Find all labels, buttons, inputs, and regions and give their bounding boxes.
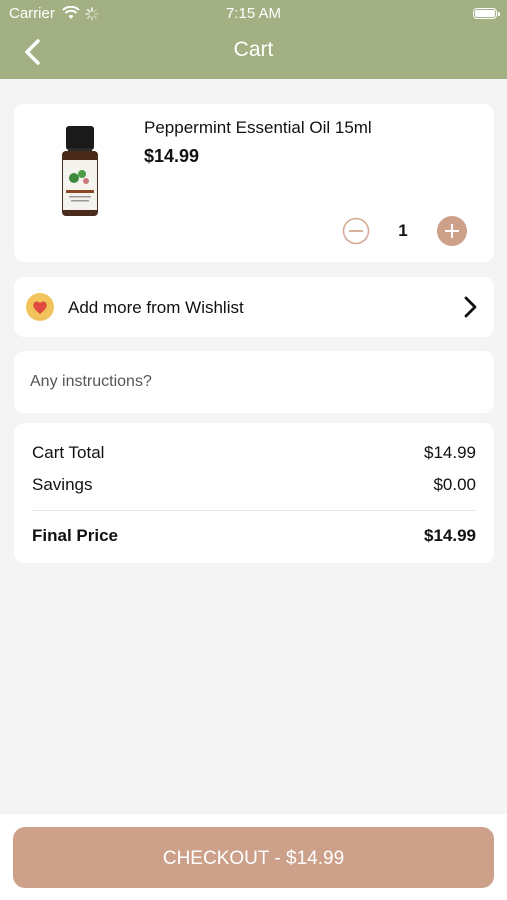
page-title: Cart bbox=[233, 38, 274, 61]
battery-icon bbox=[473, 8, 497, 19]
plus-circle-icon bbox=[437, 216, 467, 246]
chevron-right-icon bbox=[462, 295, 478, 324]
status-bar: Carrier 7:15 AM bbox=[0, 4, 507, 24]
wishlist-row[interactable]: Add more from Wishlist bbox=[14, 277, 494, 337]
final-price-label: Final Price bbox=[32, 526, 118, 545]
app-header: Carrier 7:15 AM Cart bbox=[0, 0, 507, 79]
cart-item-card: Peppermint Essential Oil 15ml $14.99 1 bbox=[14, 104, 494, 262]
cart-total-value: $14.99 bbox=[424, 443, 476, 462]
order-summary: Cart Total $14.99 Savings $0.00 Final Pr… bbox=[14, 423, 494, 563]
increase-quantity-button[interactable] bbox=[437, 216, 467, 251]
heart-icon bbox=[26, 293, 54, 326]
checkout-bar: CHECKOUT - $14.99 bbox=[0, 814, 507, 900]
instructions-input[interactable] bbox=[30, 369, 470, 395]
status-time: 7:15 AM bbox=[225, 5, 282, 22]
decrease-quantity-button[interactable] bbox=[342, 217, 370, 250]
summary-divider bbox=[32, 510, 476, 511]
quantity-value: 1 bbox=[398, 221, 408, 240]
battery-tip bbox=[498, 12, 500, 16]
cart-total-label: Cart Total bbox=[32, 443, 105, 462]
minus-circle-icon bbox=[342, 217, 370, 245]
wishlist-label: Add more from Wishlist bbox=[68, 298, 244, 317]
instructions-card bbox=[14, 351, 494, 413]
savings-label: Savings bbox=[32, 475, 93, 494]
product-price: $14.99 bbox=[144, 146, 200, 166]
savings-value: $0.00 bbox=[433, 475, 476, 494]
final-price-value: $14.99 bbox=[424, 526, 476, 545]
checkout-button[interactable]: CHECKOUT - $14.99 bbox=[13, 827, 494, 888]
product-image[interactable] bbox=[60, 126, 100, 223]
product-name: Peppermint Essential Oil 15ml bbox=[144, 118, 372, 137]
